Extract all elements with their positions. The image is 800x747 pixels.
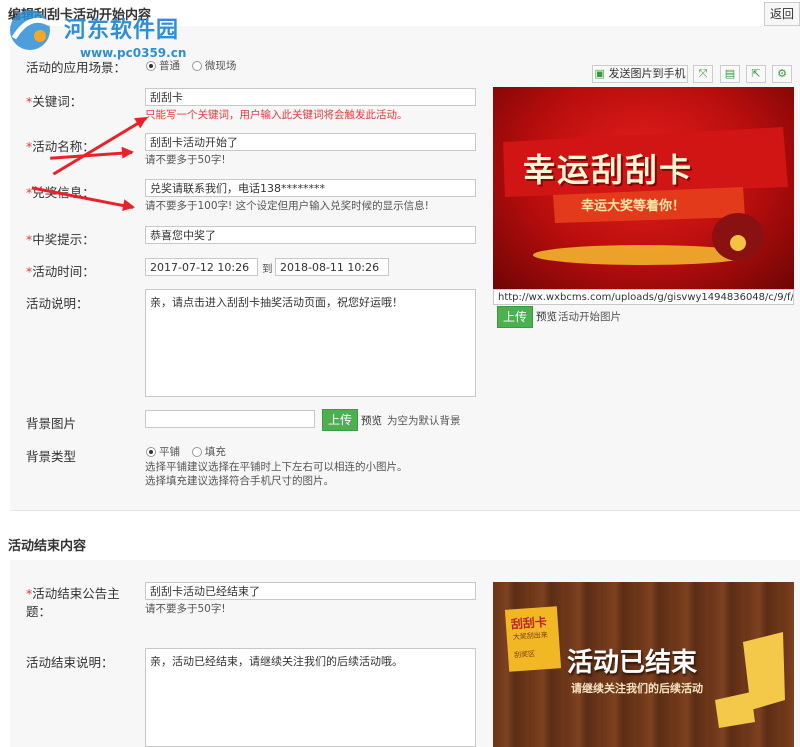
description-textarea[interactable]: 亲，请点击进入刮刮卡抽奖活动页面，祝您好运哦！ bbox=[145, 289, 476, 397]
bg-type-radio-tile[interactable] bbox=[146, 446, 156, 457]
time-to-label: 到 bbox=[262, 263, 273, 275]
expand-icon: ⤧ bbox=[698, 67, 708, 80]
save-button[interactable]: ▤ bbox=[720, 65, 740, 83]
description-label: 活动说明： bbox=[26, 296, 89, 311]
bg-type-label: 背景类型 bbox=[26, 449, 77, 464]
bg-type-hint-2: 选择填充建议选择符合手机尺寸的图片。 bbox=[145, 475, 334, 487]
scene-radio-live[interactable] bbox=[191, 60, 202, 71]
end-description-label: 活动结束说明： bbox=[26, 655, 114, 670]
activity-time-label: *活动时间： bbox=[26, 264, 95, 279]
keyword-hint: 只能写一个关键词，用户输入此关键词将会触发此活动。 bbox=[145, 109, 408, 121]
end-subject-label: *活动结束公告主题： bbox=[26, 586, 120, 619]
start-banner-subtitle: 幸运大奖等着你！ bbox=[581, 199, 686, 214]
prize-info-hint: 请不要多于100字! 这个设定但用户输入兑奖时候的显示信息! bbox=[145, 200, 429, 212]
fullscreen-button[interactable]: ⤧ bbox=[693, 65, 713, 83]
bg-image-input[interactable] bbox=[145, 410, 315, 428]
bg-type-option-fill: 填充 bbox=[204, 446, 226, 458]
start-image-url-input[interactable]: http://wx.wxbcms.com/uploads/g/gisvwy149… bbox=[493, 289, 794, 305]
end-section-title: 活动结束内容 bbox=[8, 539, 87, 554]
prize-info-input[interactable]: 兑奖请联系我们，电话138******** bbox=[145, 179, 476, 197]
send-to-phone-label: 发送图片到手机 bbox=[608, 67, 686, 80]
send-to-phone-button[interactable]: ▣ 发送图片到手机 bbox=[592, 65, 688, 83]
scene-option-live: 微现场 bbox=[204, 60, 237, 72]
start-banner-title: 幸运刮刮卡 bbox=[523, 151, 694, 189]
curled-paper-icon bbox=[715, 632, 785, 728]
gear-icon: ⚙ bbox=[777, 67, 787, 80]
watermark-name: 河东软件园 bbox=[64, 18, 180, 43]
start-banner-image: 幸运刮刮卡 幸运大奖等着你！ bbox=[493, 87, 794, 289]
start-time-input[interactable]: 2017-07-12 10:26 bbox=[145, 258, 258, 276]
scene-label: 活动的应用场景： bbox=[26, 60, 127, 75]
watermark-logo-icon bbox=[0, 4, 62, 54]
end-banner-image: 刮刮卡 大奖刮出来 刮奖区 活动已结束 请继续关注我们的后续活动 bbox=[493, 582, 794, 747]
share-icon: ⇱ bbox=[751, 67, 761, 80]
bg-image-note: 为空为默认背景 bbox=[387, 415, 461, 427]
start-image-note: 活动开始图片 bbox=[558, 311, 621, 323]
settings-button[interactable]: ⚙ bbox=[772, 65, 792, 83]
activity-name-hint: 请不要多于50字! bbox=[145, 154, 226, 166]
scene-radio-group: 普通 微现场 bbox=[146, 58, 244, 73]
bg-type-option-tile: 平铺 bbox=[159, 446, 180, 458]
start-image-preview-link[interactable]: 预览 bbox=[536, 309, 557, 324]
bg-type-hint-1: 选择平铺建议选择在平铺时上下左右可以相连的小图片。 bbox=[145, 461, 408, 473]
bg-image-preview-link[interactable]: 预览 bbox=[361, 413, 382, 428]
activity-name-input[interactable]: 刮刮卡活动开始了 bbox=[145, 133, 476, 151]
end-subject-hint: 请不要多于50字! bbox=[145, 603, 226, 615]
start-image-upload-button[interactable]: 上传 bbox=[497, 306, 533, 328]
scene-radio-normal[interactable] bbox=[146, 60, 156, 71]
scene-option-normal: 普通 bbox=[159, 60, 180, 72]
save-icon: ▤ bbox=[724, 67, 736, 80]
win-tip-label: *中奖提示： bbox=[26, 232, 95, 247]
back-button[interactable]: 返回 bbox=[764, 2, 800, 26]
bg-type-radio-fill[interactable] bbox=[191, 446, 202, 457]
bg-type-radio-group: 平铺 填充 bbox=[146, 444, 234, 459]
end-time-input[interactable]: 2018-08-11 10:26 bbox=[275, 258, 389, 276]
bg-image-upload-button[interactable]: 上传 bbox=[322, 409, 358, 431]
share-button[interactable]: ⇱ bbox=[746, 65, 766, 83]
bg-image-label: 背景图片 bbox=[26, 416, 77, 431]
phone-icon: ▣ bbox=[594, 67, 605, 80]
keyword-label: *关键词： bbox=[26, 94, 83, 109]
end-subject-input[interactable]: 刮刮卡活动已经结束了 bbox=[145, 582, 476, 600]
win-tip-input[interactable]: 恭喜您中奖了 bbox=[145, 226, 476, 244]
keyword-input[interactable]: 刮刮卡 bbox=[145, 88, 476, 106]
end-description-textarea[interactable]: 亲，活动已经结束，请继续关注我们的后续活动哦。 bbox=[145, 648, 476, 747]
